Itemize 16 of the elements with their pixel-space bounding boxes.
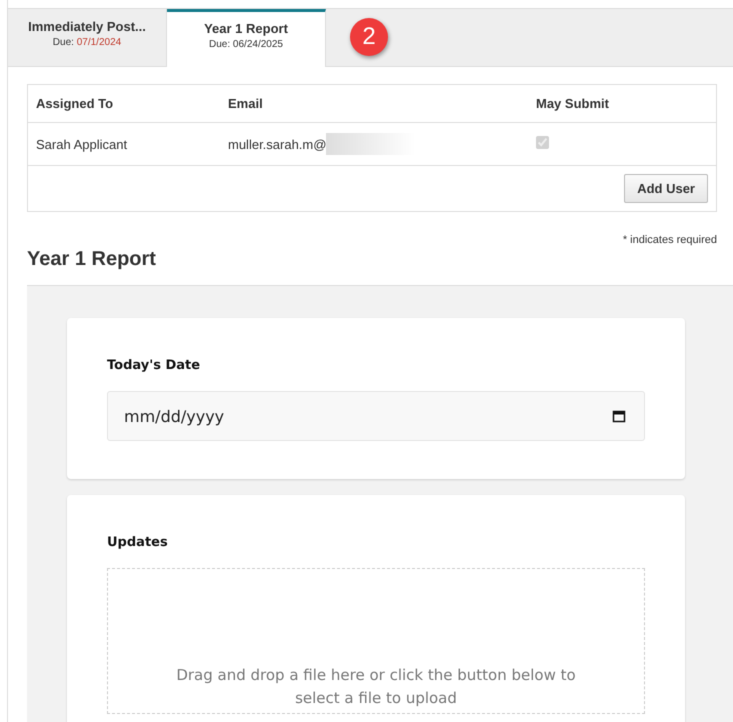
column-header: Email	[220, 84, 528, 122]
file-drop-zone[interactable]: Drag and drop a file here or click the button below to select a file to upload	[107, 568, 645, 714]
field-label: Updates	[107, 535, 169, 550]
table-cell: Sarah Applicant	[28, 122, 220, 166]
field-label: Today's Date	[107, 358, 202, 373]
column-header: May Submit	[528, 84, 716, 122]
table-cell: muller.sarah.m@	[228, 136, 326, 152]
add-user-button[interactable]: Add User	[624, 174, 708, 203]
drop-hint: Drag and drop a file here or click the button below to select a file to upload	[175, 665, 577, 708]
calendar-icon[interactable]	[612, 409, 626, 423]
required-note: * indicates required	[622, 234, 717, 246]
date-field[interactable]: mm/dd/yyyy	[107, 391, 645, 441]
section-title: Year 1 Report	[27, 248, 157, 272]
column-header: Assigned To	[28, 84, 220, 122]
tab[interactable]: Year 1 Report Due: 06/24/2025	[167, 9, 326, 67]
step-badge: 2	[350, 18, 388, 56]
